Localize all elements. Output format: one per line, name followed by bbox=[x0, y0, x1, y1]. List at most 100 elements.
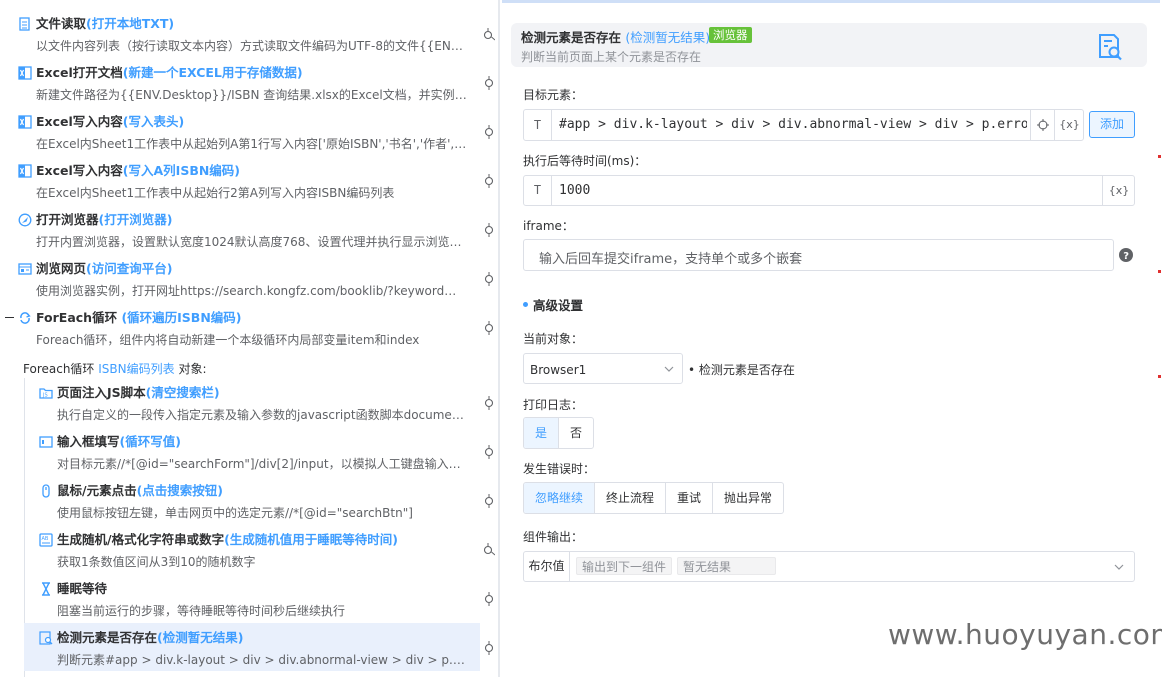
current-object-label: 当前对象： bbox=[523, 332, 584, 346]
connector-node-icon[interactable] bbox=[483, 76, 495, 90]
error-option-retry[interactable]: 重试 bbox=[665, 483, 712, 513]
edge-marker bbox=[1158, 155, 1161, 158]
excel-icon bbox=[18, 164, 32, 178]
connector-node-icon[interactable] bbox=[483, 641, 495, 655]
help-icon[interactable]: ? bbox=[1119, 248, 1133, 262]
step-title: 输入框填写(循环写值) bbox=[57, 434, 181, 449]
step-desc: 阻塞当前运行的步骤，等待睡眠等待时间秒后继续执行 bbox=[57, 604, 346, 618]
connector-node-icon[interactable] bbox=[483, 543, 495, 557]
step-desc: 以文件内容列表（按行读取文本内容）方式读取文件编码为UTF-8的文件{{ENV.… bbox=[36, 39, 468, 53]
iframe-placeholder: 输入后回车提交iframe，支持单个或多个嵌套 bbox=[539, 252, 803, 267]
loop-icon bbox=[20, 312, 31, 324]
error-option-stop[interactable]: 终止流程 bbox=[594, 483, 665, 513]
step-desc: 在Excel内Sheet1工作表中从起始列A第1行写入内容['原始ISBN','… bbox=[36, 137, 468, 151]
current-object-value: Browser1 bbox=[530, 363, 587, 377]
connector-node-icon[interactable] bbox=[483, 494, 495, 508]
hourglass-icon bbox=[41, 582, 51, 596]
connector-node-icon[interactable] bbox=[483, 125, 495, 139]
error-option-throw[interactable]: 抛出异常 bbox=[712, 483, 783, 513]
wait-time-field[interactable]: T 1000 {x} bbox=[523, 175, 1135, 206]
crosshair-pick-icon[interactable] bbox=[1030, 110, 1054, 140]
step-title: 打开浏览器(打开浏览器) bbox=[36, 212, 173, 227]
edge-marker bbox=[1158, 270, 1161, 273]
step-desc: 对目标元素//*[@id="searchForm"]/div[2]/input，… bbox=[57, 457, 470, 471]
flow-list: 文件读取(打开本地TXT) 以文件内容列表（按行读取文本内容）方式读取文件编码为… bbox=[0, 0, 480, 677]
step-title: ForEach循环 (循环遍历ISBN编码) bbox=[36, 310, 242, 325]
random-icon: AB bbox=[39, 533, 53, 547]
panel-top-accent bbox=[502, 0, 1160, 3]
output-type: 布尔值 bbox=[524, 552, 570, 581]
advanced-settings-heading: 高级设置 bbox=[523, 295, 583, 314]
error-option-ignore[interactable]: 忽略继续 bbox=[524, 483, 595, 513]
detect-element-icon bbox=[39, 631, 53, 645]
step-title: 鼠标/元素点击(点击搜索按钮) bbox=[57, 483, 224, 498]
chevron-down-icon[interactable] bbox=[1114, 563, 1124, 571]
log-option-no[interactable]: 否 bbox=[558, 418, 593, 448]
text-type-toggle[interactable]: T bbox=[524, 110, 552, 140]
category-tag: 浏览器 bbox=[709, 27, 752, 43]
variable-insert-button[interactable]: {x} bbox=[1102, 176, 1135, 205]
log-option-yes[interactable]: 是 bbox=[524, 418, 559, 448]
current-object-select[interactable]: Browser1 bbox=[523, 353, 683, 384]
wait-time-value[interactable]: 1000 bbox=[559, 183, 1059, 198]
step-desc: 打开内置浏览器，设置默认宽度1024默认高度768、设置代理并执行显示浏览器..… bbox=[36, 235, 468, 249]
variable-insert-button[interactable]: {x} bbox=[1054, 110, 1084, 140]
step-desc: Foreach循环，组件内将自动新建一个本级循环内局部变量item和index bbox=[36, 333, 420, 347]
iframe-input[interactable]: 输入后回车提交iframe，支持单个或多个嵌套 bbox=[523, 239, 1114, 271]
output-chip-result[interactable]: 暂无结果 bbox=[677, 557, 776, 575]
chevron-down-icon bbox=[664, 366, 674, 372]
excel-icon bbox=[18, 115, 32, 129]
current-object-note: • 检测元素是否存在 bbox=[688, 363, 795, 377]
connector-node-icon[interactable] bbox=[483, 272, 495, 286]
step-title: Excel写入内容(写入A列ISBN编码) bbox=[36, 163, 241, 178]
text-type-toggle[interactable]: T bbox=[524, 176, 552, 205]
step-title: 生成随机/格式化字符串或数字(生成随机值用于睡眠等待时间) bbox=[57, 532, 399, 547]
folder-js-icon: JS bbox=[39, 388, 53, 399]
step-title: 页面注入JS脚本(清空搜索栏) bbox=[57, 385, 220, 400]
target-element-value[interactable]: #app > div.k-layout > div > div.abnormal… bbox=[559, 117, 1027, 132]
connector-node-icon[interactable] bbox=[483, 174, 495, 188]
add-button[interactable]: 添加 bbox=[1089, 111, 1135, 138]
foreach-object-label: Foreach循环 ISBN编码列表 对象: bbox=[23, 362, 207, 376]
connector-node-icon[interactable] bbox=[483, 321, 495, 335]
webpage-icon bbox=[18, 263, 32, 275]
component-output-label: 组件输出： bbox=[523, 530, 584, 544]
svg-text:AB: AB bbox=[42, 536, 49, 542]
property-panel: 检测元素是否存在 (检测暂无结果) 浏览器 判断当前页面上某个元素是否存在 目标… bbox=[502, 0, 1162, 677]
target-element-field[interactable]: T #app > div.k-layout > div > div.abnorm… bbox=[523, 109, 1084, 141]
edge-marker bbox=[1158, 375, 1161, 378]
step-desc: 使用鼠标按钮左键，单击网页中的选定元素//*[@id="searchBtn"] bbox=[57, 506, 413, 520]
iframe-label: iframe： bbox=[523, 219, 574, 233]
wait-time-label: 执行后等待时间(ms)： bbox=[523, 154, 647, 168]
step-title: 睡眠等待 bbox=[57, 581, 108, 596]
target-element-label: 目标元素： bbox=[523, 88, 584, 102]
input-box-icon bbox=[39, 436, 53, 448]
excel-icon bbox=[18, 66, 32, 80]
step-desc: 在Excel内Sheet1工作表中从起始行2第A列写入内容ISBN编码列表 bbox=[36, 186, 395, 200]
print-log-label: 打印日志： bbox=[523, 398, 584, 412]
on-error-toggle[interactable]: 忽略继续 终止流程 重试 抛出异常 bbox=[523, 482, 785, 514]
bullet-dot-icon bbox=[523, 302, 528, 307]
step-title: 检测元素是否存在(检测暂无结果) bbox=[57, 630, 244, 645]
detect-element-icon bbox=[1099, 34, 1122, 61]
svg-text:?: ? bbox=[1123, 251, 1129, 262]
component-desc: 判断当前页面上某个元素是否存在 bbox=[521, 50, 702, 64]
step-desc: 使用浏览器实例，打开网址https://search.kongfz.com/bo… bbox=[36, 284, 468, 298]
browser-icon bbox=[18, 213, 32, 227]
print-log-toggle[interactable]: 是 否 bbox=[523, 417, 595, 449]
step-desc: 判断元素#app > div.k-layout > div > div.abno… bbox=[57, 653, 470, 667]
connector-node-icon[interactable] bbox=[483, 28, 495, 42]
on-error-label: 发生错误时： bbox=[523, 462, 596, 476]
connector-node-icon[interactable] bbox=[483, 223, 495, 237]
connector-node-icon[interactable] bbox=[483, 445, 495, 459]
step-desc: 执行自定义的一段传入指定元素及输入参数的javascript函数脚本docume… bbox=[57, 408, 470, 422]
collapse-minus-icon[interactable] bbox=[5, 317, 14, 318]
output-chip-next[interactable]: 输出到下一组件 bbox=[576, 557, 673, 575]
mouse-icon bbox=[42, 484, 50, 498]
panel-splitter[interactable] bbox=[498, 0, 500, 677]
connector-node-icon[interactable] bbox=[483, 396, 495, 410]
step-title: 文件读取(打开本地TXT) bbox=[36, 16, 175, 31]
connector-node-icon[interactable] bbox=[483, 592, 495, 606]
component-output-field[interactable]: 布尔值 输出到下一组件 暂无结果 bbox=[523, 551, 1135, 582]
svg-text:JS: JS bbox=[42, 393, 48, 399]
